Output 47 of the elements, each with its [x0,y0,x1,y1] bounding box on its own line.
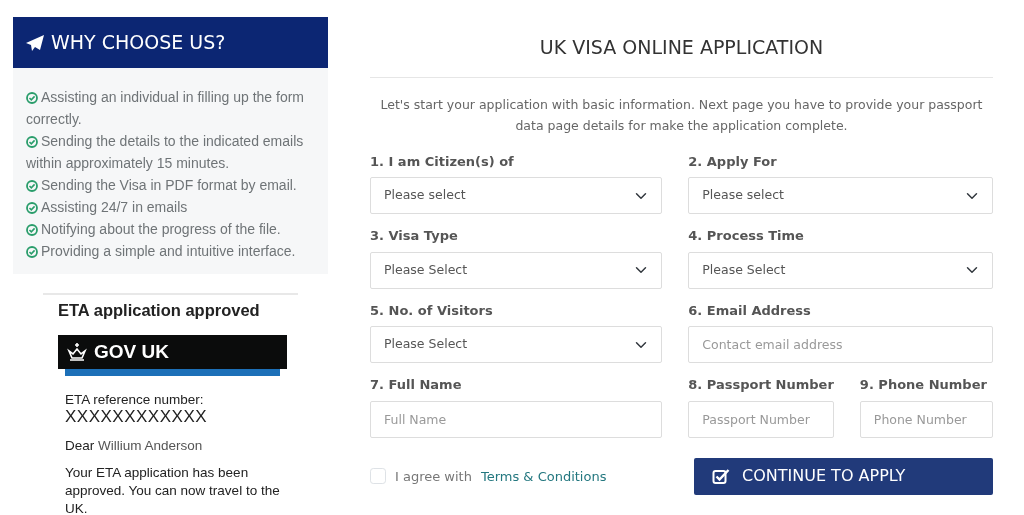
field-label: 2. Apply For [688,152,778,171]
select-field[interactable]: Please select [370,177,663,215]
input-field[interactable]: Phone Number [859,400,993,438]
select-field[interactable]: Please Select [370,326,663,364]
select-field[interactable]: Please Select [370,251,663,289]
recipient-name: Willium Anderson [98,437,203,453]
crown-icon [66,341,88,362]
continue-button[interactable]: CONTINUE TO APPLY [694,457,993,495]
agree-checkbox[interactable] [370,468,386,485]
field-label: 8. Passport Number [688,376,834,395]
paper-plane-icon [25,33,45,52]
select-field[interactable]: Please select [688,177,993,215]
check-circle-icon [26,202,38,214]
input-field[interactable]: Full Name [370,400,663,438]
terms-link[interactable]: Terms & Conditions [480,466,607,487]
input-field[interactable]: Passport Number [688,400,834,438]
feature-item: Sending the details to the indicated emails within approximately 15 minutes. [26,132,305,173]
input-field[interactable]: Contact email address [688,326,993,364]
select-field[interactable]: Please Select [688,251,993,289]
intro-text: Let's start your application with basic information. Next page you have to provide your passport data page details for make the application complete. [379,95,984,135]
field-label: 9. Phone Number [859,376,988,395]
feature-item: Sending the Visa in PDF format by email. [26,174,316,196]
agree-text: I agree with [395,467,472,486]
check-circle-icon [26,92,38,104]
check-circle-icon [26,246,38,258]
field-label: 1. I am Citizen(s) of [370,152,515,171]
section-title: WHY CHOOSE US? [51,30,226,56]
greeting: Dear [65,437,95,453]
field-label: 3. Visa Type [370,227,459,246]
feature-item: Notifying about the progress of the file. [26,218,316,240]
form-title: UK VISA ONLINE APPLICATION [370,36,993,78]
banner-title: GOV UK [94,339,169,364]
feature-item: Assisting 24/7 in emails [26,196,316,218]
field-label: 6. Email Address [688,301,812,320]
check-circle-icon [26,136,38,148]
field-label: 5. No. of Visitors [370,301,494,320]
document-heading: ETA application approved [58,300,261,321]
check-circle-icon [26,224,38,236]
reference-number: XXXXXXXXXXXX [65,407,209,426]
field-label: 7. Full Name [370,376,463,395]
feature-item: Assisting an individual in filling up the form correctly. [26,88,306,129]
reference-label: ETA reference number: [65,391,205,408]
feature-item: Providing a simple and intuitive interface. [26,240,316,262]
checkbox-icon [712,467,730,485]
field-label: 4. Process Time [688,227,805,246]
message-text: Your ETA application has been approved. You can now travel to the UK. [65,463,281,515]
check-circle-icon [26,180,38,192]
